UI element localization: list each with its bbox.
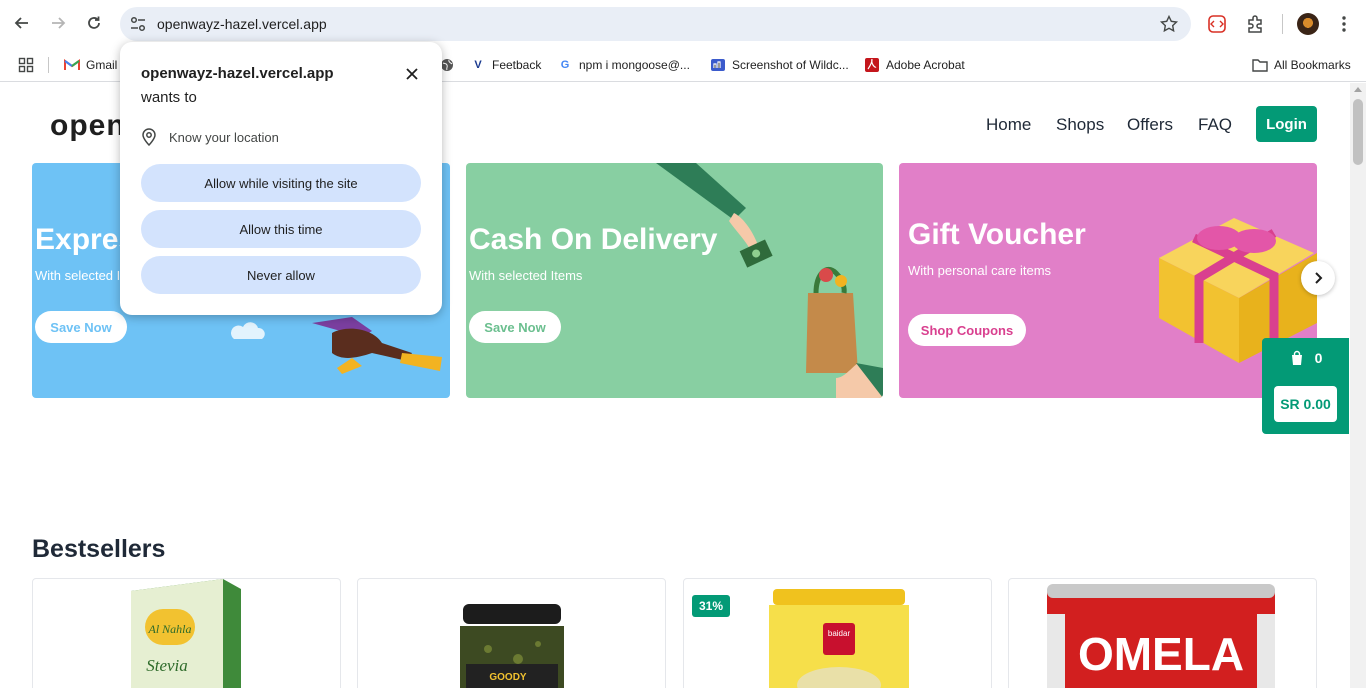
scroll-thumb[interactable]	[1353, 99, 1363, 165]
gmail-icon	[64, 57, 80, 73]
reload-icon	[88, 16, 100, 29]
bookmark-star-icon[interactable]	[1159, 14, 1179, 34]
bookmark-label: Feetback	[492, 58, 542, 72]
grocery-bag-illustration	[806, 266, 883, 398]
site-settings-icon[interactable]	[128, 14, 148, 34]
banner-save-now-button[interactable]: Save Now	[469, 311, 561, 343]
all-bookmarks-label: All Bookmarks	[1274, 58, 1351, 72]
product-card[interactable]: OMELA	[1008, 578, 1317, 688]
permission-label: Know your location	[169, 129, 279, 145]
profile-avatar[interactable]	[1297, 13, 1319, 35]
forward-button[interactable]	[45, 10, 71, 36]
cart-total: SR 0.00	[1274, 386, 1337, 422]
shopping-bag-icon	[1291, 350, 1302, 365]
chevron-right-icon	[1315, 272, 1323, 284]
extension-code-button[interactable]	[1205, 12, 1229, 36]
url-text[interactable]: openwayz-hazel.vercel.app	[157, 16, 327, 32]
cloud-illustration	[231, 322, 265, 339]
location-pin-icon	[142, 128, 156, 146]
product-image: Al Nahla Stevia	[131, 579, 241, 688]
bookmark-npm-mongoose[interactable]: G npm i mongoose@...	[557, 55, 690, 75]
banner-gift-voucher[interactable]: Gift Voucher With personal care items Sh…	[899, 163, 1317, 398]
bookmark-screenshot[interactable]: Screenshot of Wildc...	[710, 55, 849, 75]
close-icon[interactable]	[402, 64, 422, 84]
product-image: OMELA	[1047, 584, 1275, 688]
extensions-button[interactable]	[1243, 12, 1267, 36]
code-extension-icon	[1208, 15, 1226, 33]
apps-grid-icon	[18, 57, 34, 73]
discount-badge: 31%	[692, 595, 731, 617]
carousel-next-button[interactable]	[1301, 261, 1335, 295]
screenshot-icon	[710, 57, 726, 73]
cart-count: 0	[1314, 350, 1323, 366]
banner-cash-on-delivery[interactable]: Cash On Delivery With selected Items Sav…	[466, 163, 883, 398]
all-bookmarks-button[interactable]: All Bookmarks	[1252, 55, 1351, 75]
folder-icon	[1252, 57, 1268, 73]
banner-subtitle: With personal care items	[908, 263, 1052, 278]
hand-with-money-illustration	[656, 163, 773, 268]
browser-toolbar: openwayz-hazel.vercel.app	[0, 0, 1366, 48]
bookmark-label: Gmail	[86, 58, 118, 72]
banner-title: Cash On Delivery	[469, 223, 718, 256]
never-allow-button[interactable]: Never allow	[141, 256, 421, 294]
apps-button[interactable]	[18, 55, 34, 75]
cart-count-row: 0	[1262, 350, 1349, 366]
svg-text:Al Nahla: Al Nahla	[147, 622, 191, 636]
back-button[interactable]	[9, 10, 35, 36]
floating-cart[interactable]: 0 SR 0.00	[1262, 338, 1349, 434]
v-icon: V	[474, 59, 482, 71]
nav-shops[interactable]: Shops	[1056, 115, 1104, 135]
svg-text:OMELA: OMELA	[1078, 628, 1244, 680]
banner-shop-coupons-button[interactable]: Shop Coupons	[908, 314, 1026, 346]
arrow-right-icon	[52, 17, 66, 29]
permission-row: Know your location	[141, 128, 279, 146]
page-scrollbar[interactable]	[1350, 83, 1366, 688]
login-button[interactable]: Login	[1256, 106, 1317, 142]
bestsellers-heading: Bestsellers	[32, 535, 166, 563]
product-image: GOODY	[460, 604, 564, 688]
product-card[interactable]: 31% baidar	[683, 578, 992, 688]
toolbar-divider	[1282, 14, 1283, 34]
bookmark-globe[interactable]	[439, 55, 461, 75]
flying-person-illustration	[312, 317, 442, 374]
product-card[interactable]: Al Nahla Stevia	[32, 578, 341, 688]
dialog-wants-to: wants to	[141, 89, 197, 106]
acrobat-icon	[864, 57, 880, 73]
bookmark-feetback[interactable]: V Feetback	[470, 55, 541, 75]
chrome-menu-button[interactable]	[1332, 12, 1356, 36]
banner-subtitle: With selected Items	[469, 268, 583, 283]
banner-title: Gift Voucher	[908, 218, 1086, 251]
arrow-left-icon	[14, 17, 28, 29]
address-bar[interactable]: openwayz-hazel.vercel.app	[120, 7, 1191, 41]
bookmark-gmail[interactable]: Gmail	[64, 55, 117, 75]
bookmark-divider	[48, 57, 49, 73]
bookmark-label: Adobe Acrobat	[886, 58, 965, 72]
allow-while-visiting-button[interactable]: Allow while visiting the site	[141, 164, 421, 202]
allow-this-time-button[interactable]: Allow this time	[141, 210, 421, 248]
google-icon: G	[560, 59, 570, 71]
nav-faq[interactable]: FAQ	[1198, 115, 1232, 135]
bookmark-adobe-acrobat[interactable]: Adobe Acrobat	[864, 55, 965, 75]
location-permission-dialog: openwayz-hazel.vercel.app wants to Know …	[120, 42, 442, 315]
product-image: baidar	[769, 589, 909, 688]
banner-save-now-button[interactable]: Save Now	[35, 311, 127, 343]
dialog-site-name: openwayz-hazel.vercel.app	[141, 65, 334, 82]
product-card[interactable]: GOODY	[357, 578, 666, 688]
nav-offers[interactable]: Offers	[1127, 115, 1173, 135]
nav-home[interactable]: Home	[986, 115, 1031, 135]
svg-text:GOODY: GOODY	[489, 672, 527, 683]
reload-button[interactable]	[81, 10, 107, 36]
kebab-menu-icon	[1342, 16, 1346, 32]
svg-text:Stevia: Stevia	[146, 656, 188, 675]
scroll-up-arrow-icon[interactable]	[1354, 87, 1362, 92]
puzzle-icon	[1248, 15, 1262, 33]
svg-text:baidar: baidar	[828, 629, 851, 638]
bookmark-label: npm i mongoose@...	[579, 58, 690, 72]
bookmark-label: Screenshot of Wildc...	[732, 58, 849, 72]
